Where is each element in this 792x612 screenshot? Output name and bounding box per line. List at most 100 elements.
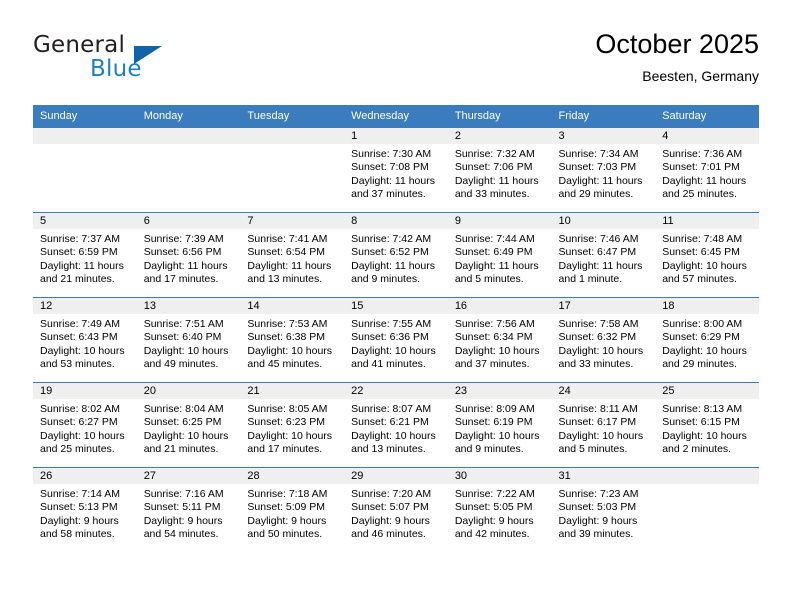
calendar-day-cell[interactable]: 15 Sunrise: 7:55 AM Sunset: 6:36 PM Dayligh… <box>344 297 448 383</box>
daylight-text-line2: and 1 minute. <box>558 273 623 286</box>
day-details: Sunrise: 7:39 AM Sunset: 6:56 PM Daylight:… <box>137 229 241 287</box>
daylight-text-line1: Daylight: 10 hours <box>662 259 747 272</box>
calendar-day-cell[interactable]: 8 Sunrise: 7:42 AM Sunset: 6:52 PM Daylight… <box>344 212 448 298</box>
calendar-day-cell[interactable]: 21 Sunrise: 8:05 AM Sunset: 6:23 PM Dayligh… <box>240 382 345 468</box>
daylight-text-line1: Daylight: 10 hours <box>662 344 747 357</box>
day-details: Sunrise: 7:30 AM Sunset: 7:08 PM Daylight:… <box>344 144 448 202</box>
calendar-page: General Blue October 2025 Beesten, Germa… <box>0 0 792 612</box>
calendar-day-cell[interactable]: 13 Sunrise: 7:51 AM Sunset: 6:40 PM Dayligh… <box>136 297 241 383</box>
calendar-day-cell[interactable]: 30 Sunrise: 7:22 AM Sunset: 5:05 PM Dayligh… <box>447 467 552 552</box>
day-number: 8 <box>344 213 448 229</box>
calendar-day-cell[interactable]: 26 Sunrise: 7:14 AM Sunset: 5:13 PM Dayligh… <box>33 467 137 552</box>
day-details: Sunrise: 8:09 AM Sunset: 6:19 PM Daylight:… <box>448 399 552 457</box>
calendar-day-cell[interactable]: 22 Sunrise: 8:07 AM Sunset: 6:21 PM Dayligh… <box>344 382 448 468</box>
calendar-day-cell[interactable]: 18 Sunrise: 8:00 AM Sunset: 6:29 PM Dayligh… <box>655 297 759 383</box>
calendar-day-cell[interactable]: 20 Sunrise: 8:04 AM Sunset: 6:25 PM Dayligh… <box>136 382 241 468</box>
calendar-week-row: 12 Sunrise: 7:49 AM Sunset: 6:43 PM Dayligh… <box>33 297 759 383</box>
calendar-grid: Sunday Monday Tuesday Wednesday Thursday Frid… <box>33 105 759 552</box>
day-number: 18 <box>655 298 759 314</box>
calendar-day-cell[interactable]: 1 Sunrise: 7:30 AM Sunset: 7:08 PM Daylight… <box>344 128 448 213</box>
sunrise-text: Sunrise: 8:09 AM <box>454 403 535 415</box>
calendar-day-cell[interactable]: 23 Sunrise: 8:09 AM Sunset: 6:19 PM Dayligh… <box>447 382 552 468</box>
calendar-day-cell[interactable]: 19 Sunrise: 8:02 AM Sunset: 6:27 PM Dayligh… <box>33 382 137 468</box>
day-number: 5 <box>33 213 137 229</box>
general-blue-logo[interactable]: General Blue <box>33 32 263 92</box>
daylight-text-line2: and 33 minutes. <box>558 358 634 371</box>
calendar-day-cell[interactable]: 14 Sunrise: 7:53 AM Sunset: 6:38 PM Dayligh… <box>240 297 345 383</box>
calendar-day-cell[interactable]: 6 Sunrise: 7:39 AM Sunset: 6:56 PM Daylight… <box>136 212 241 298</box>
day-details: Sunrise: 8:04 AM Sunset: 6:25 PM Daylight:… <box>137 399 241 457</box>
daylight-text-line1: Daylight: 11 hours <box>351 259 435 272</box>
daylight-text-line1: Daylight: 10 hours <box>40 429 125 442</box>
calendar-day-cell[interactable]: 11 Sunrise: 7:48 AM Sunset: 6:45 PM Dayligh… <box>655 212 759 298</box>
sunrise-text: Sunrise: 7:20 AM <box>351 488 432 500</box>
sunrise-text: Sunrise: 7:16 AM <box>143 488 224 500</box>
title-block: October 2025 Beesten, Germany <box>595 28 759 86</box>
day-details: Sunrise: 7:32 AM Sunset: 7:06 PM Daylight:… <box>448 144 552 202</box>
sunset-text: Sunset: 7:01 PM <box>662 161 740 174</box>
sunset-text: Sunset: 5:05 PM <box>454 501 533 514</box>
daylight-text-line1: Daylight: 11 hours <box>558 174 643 187</box>
day-details: Sunrise: 7:44 AM Sunset: 6:49 PM Daylight:… <box>448 229 552 287</box>
calendar-week-row: 19 Sunrise: 8:02 AM Sunset: 6:27 PM Dayligh… <box>33 382 759 468</box>
sunset-text: Sunset: 6:29 PM <box>662 331 740 344</box>
daylight-text-line2: and 5 minutes. <box>558 443 628 456</box>
sunset-text: Sunset: 6:45 PM <box>662 246 740 259</box>
day-details: Sunrise: 7:16 AM Sunset: 5:11 PM Daylight:… <box>137 484 241 542</box>
calendar-week-row: 26 Sunrise: 7:14 AM Sunset: 5:13 PM Dayligh… <box>33 467 759 552</box>
sunset-text: Sunset: 6:27 PM <box>40 416 118 429</box>
sunset-text: Sunset: 5:03 PM <box>558 501 637 514</box>
calendar-day-cell[interactable]: 24 Sunrise: 8:11 AM Sunset: 6:17 PM Dayligh… <box>551 382 656 468</box>
calendar-day-cell[interactable]: 16 Sunrise: 7:56 AM Sunset: 6:34 PM Dayligh… <box>447 297 552 383</box>
calendar-day-cell[interactable]: 27 Sunrise: 7:16 AM Sunset: 5:11 PM Dayligh… <box>136 467 241 552</box>
sunrise-text: Sunrise: 7:42 AM <box>351 233 432 245</box>
sunset-text: Sunset: 6:38 PM <box>247 331 326 344</box>
sunrise-text: Sunrise: 7:22 AM <box>454 488 535 500</box>
daylight-text-line1: Daylight: 11 hours <box>351 174 435 187</box>
sunrise-text: Sunrise: 7:30 AM <box>351 148 432 160</box>
day-number: 20 <box>136 383 241 399</box>
daylight-text-line1: Daylight: 11 hours <box>558 259 643 272</box>
daylight-text-line2: and 53 minutes. <box>40 358 115 371</box>
sunrise-text: Sunrise: 7:36 AM <box>662 148 743 160</box>
sunrise-text: Sunrise: 7:23 AM <box>558 488 639 500</box>
calendar-day-cell[interactable]: 7 Sunrise: 7:41 AM Sunset: 6:54 PM Daylight… <box>240 212 345 298</box>
calendar-day-cell[interactable]: 29 Sunrise: 7:20 AM Sunset: 5:07 PM Dayligh… <box>344 467 448 552</box>
daylight-text-line1: Daylight: 9 hours <box>40 514 119 527</box>
calendar-day-cell[interactable]: 10 Sunrise: 7:46 AM Sunset: 6:47 PM Dayligh… <box>551 212 656 298</box>
day-details: Sunrise: 7:18 AM Sunset: 5:09 PM Daylight:… <box>240 484 344 542</box>
day-number: 15 <box>344 298 448 314</box>
calendar-day-cell[interactable]: 12 Sunrise: 7:49 AM Sunset: 6:43 PM Dayligh… <box>33 297 137 383</box>
sunset-text: Sunset: 5:07 PM <box>351 501 429 514</box>
calendar-day-cell[interactable]: 2 Sunrise: 7:32 AM Sunset: 7:06 PM Daylight… <box>447 128 552 213</box>
calendar-day-cell[interactable]: 4 Sunrise: 7:36 AM Sunset: 7:01 PM Daylight… <box>655 128 759 213</box>
calendar-day-cell[interactable]: 9 Sunrise: 7:44 AM Sunset: 6:49 PM Daylight… <box>447 212 552 298</box>
calendar-header-row: Sunday Monday Tuesday Wednesday Thursday Frid… <box>33 105 759 128</box>
daylight-text-line2: and 42 minutes. <box>454 528 530 541</box>
day-number <box>655 468 759 484</box>
calendar-day-cell[interactable]: 3 Sunrise: 7:34 AM Sunset: 7:03 PM Daylight… <box>551 128 656 213</box>
daylight-text-line2: and 29 minutes. <box>558 188 634 201</box>
daylight-text-line1: Daylight: 10 hours <box>558 344 644 357</box>
sunset-text: Sunset: 6:54 PM <box>247 246 326 259</box>
day-number: 16 <box>447 298 552 314</box>
daylight-text-line2: and 21 minutes. <box>143 443 219 456</box>
sunrise-text: Sunrise: 7:55 AM <box>351 318 432 330</box>
daylight-text-line1: Daylight: 10 hours <box>40 344 125 357</box>
day-number: 26 <box>33 468 137 484</box>
weekday-header-saturday: Saturday <box>655 105 759 128</box>
calendar-day-cell[interactable]: 5 Sunrise: 7:37 AM Sunset: 6:59 PM Daylight… <box>33 212 137 298</box>
calendar-day-cell[interactable]: 17 Sunrise: 7:58 AM Sunset: 6:32 PM Dayligh… <box>551 297 656 383</box>
sunrise-text: Sunrise: 7:18 AM <box>247 488 328 500</box>
daylight-text-line2: and 9 minutes. <box>454 443 524 456</box>
calendar-day-cell[interactable]: 28 Sunrise: 7:18 AM Sunset: 5:09 PM Dayligh… <box>240 467 345 552</box>
daylight-text-line1: Daylight: 11 hours <box>454 174 539 187</box>
sunset-text: Sunset: 5:11 PM <box>143 501 221 514</box>
daylight-text-line2: and 41 minutes. <box>351 358 426 371</box>
daylight-text-line1: Daylight: 10 hours <box>558 429 644 442</box>
weekday-header-thursday: Thursday <box>447 105 552 128</box>
calendar-day-cell[interactable]: 25 Sunrise: 8:13 AM Sunset: 6:15 PM Dayligh… <box>655 382 759 468</box>
sunrise-text: Sunrise: 8:02 AM <box>40 403 120 415</box>
daylight-text-line1: Daylight: 10 hours <box>351 344 436 357</box>
calendar-day-cell[interactable]: 31 Sunrise: 7:23 AM Sunset: 5:03 PM Dayligh… <box>551 467 656 552</box>
